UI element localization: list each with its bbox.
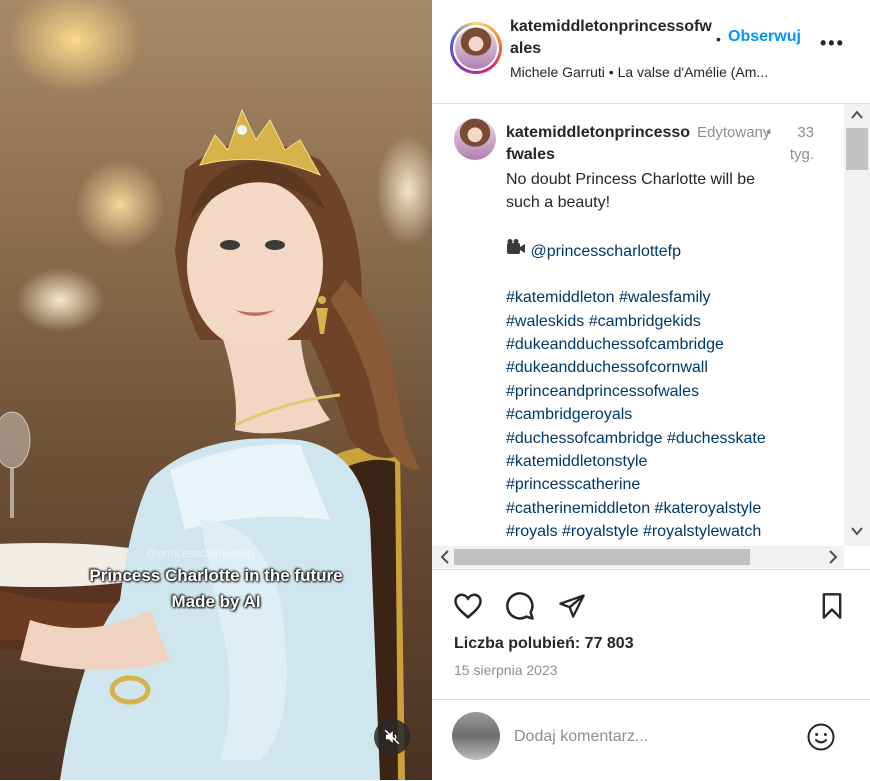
scroll-left-icon[interactable] xyxy=(440,550,450,564)
follow-button[interactable]: Obserwuj xyxy=(728,28,801,46)
save-button[interactable] xyxy=(816,590,848,622)
bookmark-icon xyxy=(822,593,842,619)
horizontal-scrollbar[interactable] xyxy=(432,546,844,568)
hashtag-line[interactable]: #dukeandduchessofcambridge xyxy=(506,333,826,356)
caption-separator: • xyxy=(766,124,772,141)
post-actions: Liczba polubień: 77 803 15 sierpnia 2023 xyxy=(432,569,870,700)
caption-avatar[interactable] xyxy=(454,118,496,160)
comments-area[interactable]: katemiddletonprincessofwales Edytowany •… xyxy=(432,104,870,568)
post-header: katemiddletonprincessofwales • Obserwuj … xyxy=(432,0,870,104)
hashtag-line[interactable]: #princeandprincessofwales xyxy=(506,380,826,403)
video-camera-icon xyxy=(507,238,525,254)
hashtag-line[interactable]: #waleskids #cambridgekids xyxy=(506,310,826,333)
horizontal-scroll-thumb[interactable] xyxy=(454,549,750,565)
scroll-up-icon[interactable] xyxy=(851,110,863,120)
audio-track-link[interactable]: Michele Garruti • La valse d'Amélie (Am.… xyxy=(510,64,810,80)
story-avatar[interactable] xyxy=(450,22,502,74)
send-icon xyxy=(559,594,585,618)
vertical-scrollbar[interactable] xyxy=(844,104,870,546)
header-username[interactable]: katemiddletonprincessofwales xyxy=(510,16,715,60)
hashtag-line[interactable]: #catherinemiddleton #kateroyalstyle xyxy=(506,497,826,520)
avatar xyxy=(455,27,497,69)
caption-text-line: No doubt Princess Charlotte will be xyxy=(506,171,756,188)
scroll-down-icon[interactable] xyxy=(851,526,863,536)
add-comment-bar xyxy=(432,699,870,781)
scroll-right-icon[interactable] xyxy=(828,550,838,564)
caption-text: No doubt Princess Charlotte will be such… xyxy=(506,168,826,544)
media-caption-line2: Made by AI xyxy=(171,592,261,611)
vertical-scroll-thumb[interactable] xyxy=(846,128,868,170)
more-icon: ••• xyxy=(820,33,845,53)
smiley-icon xyxy=(807,723,835,751)
mention-link[interactable]: @princesscharlottefp xyxy=(530,243,681,260)
comment-icon xyxy=(506,592,534,620)
comment-input[interactable] xyxy=(512,724,816,750)
hashtag-line[interactable]: #katemiddletonstyle xyxy=(506,450,826,473)
speaker-muted-icon xyxy=(384,729,400,745)
current-user-avatar xyxy=(452,712,500,760)
like-button[interactable] xyxy=(452,590,484,622)
caption-username[interactable]: katemiddletonprincessofwales xyxy=(506,122,694,166)
header-separator: • xyxy=(716,31,721,47)
more-options-button[interactable]: ••• xyxy=(820,33,845,54)
hashtag-line[interactable]: #katemiddleton #walesfamily xyxy=(506,286,826,309)
media-caption-line1: Princess Charlotte in the future xyxy=(89,566,343,585)
share-button[interactable] xyxy=(556,590,588,622)
mention-row: @princesscharlottefp xyxy=(506,238,826,263)
edited-label: Edytowany xyxy=(697,124,771,141)
hashtag-line[interactable]: #royals #royalstyle #royalstylewatch xyxy=(506,520,826,543)
caption-timestamp[interactable]: 33 tyg. xyxy=(780,122,814,166)
hashtag-line[interactable]: #cambridgeroyals xyxy=(506,403,826,426)
mute-button[interactable] xyxy=(374,719,410,755)
caption-text-line: such a beauty! xyxy=(506,194,611,212)
post-media[interactable]: @princesscharlottefp Princess Charlotte … xyxy=(0,0,432,780)
likes-count[interactable]: Liczba polubień: 77 803 xyxy=(454,635,634,653)
post-side-panel: katemiddletonprincessofwales • Obserwuj … xyxy=(432,0,870,780)
portrait-image xyxy=(0,108,420,780)
post-date[interactable]: 15 sierpnia 2023 xyxy=(454,662,558,678)
media-watermark: @princesscharlottefp xyxy=(146,548,254,560)
heart-icon xyxy=(454,593,482,619)
hashtag-line[interactable]: #princesscatherine xyxy=(506,473,826,496)
hashtag-line[interactable]: #dukeandduchessofcornwall xyxy=(506,356,826,379)
hashtag-line[interactable]: #duchessofcambridge #duchesskate xyxy=(506,427,826,450)
comment-button[interactable] xyxy=(504,590,536,622)
emoji-button[interactable] xyxy=(806,722,836,752)
